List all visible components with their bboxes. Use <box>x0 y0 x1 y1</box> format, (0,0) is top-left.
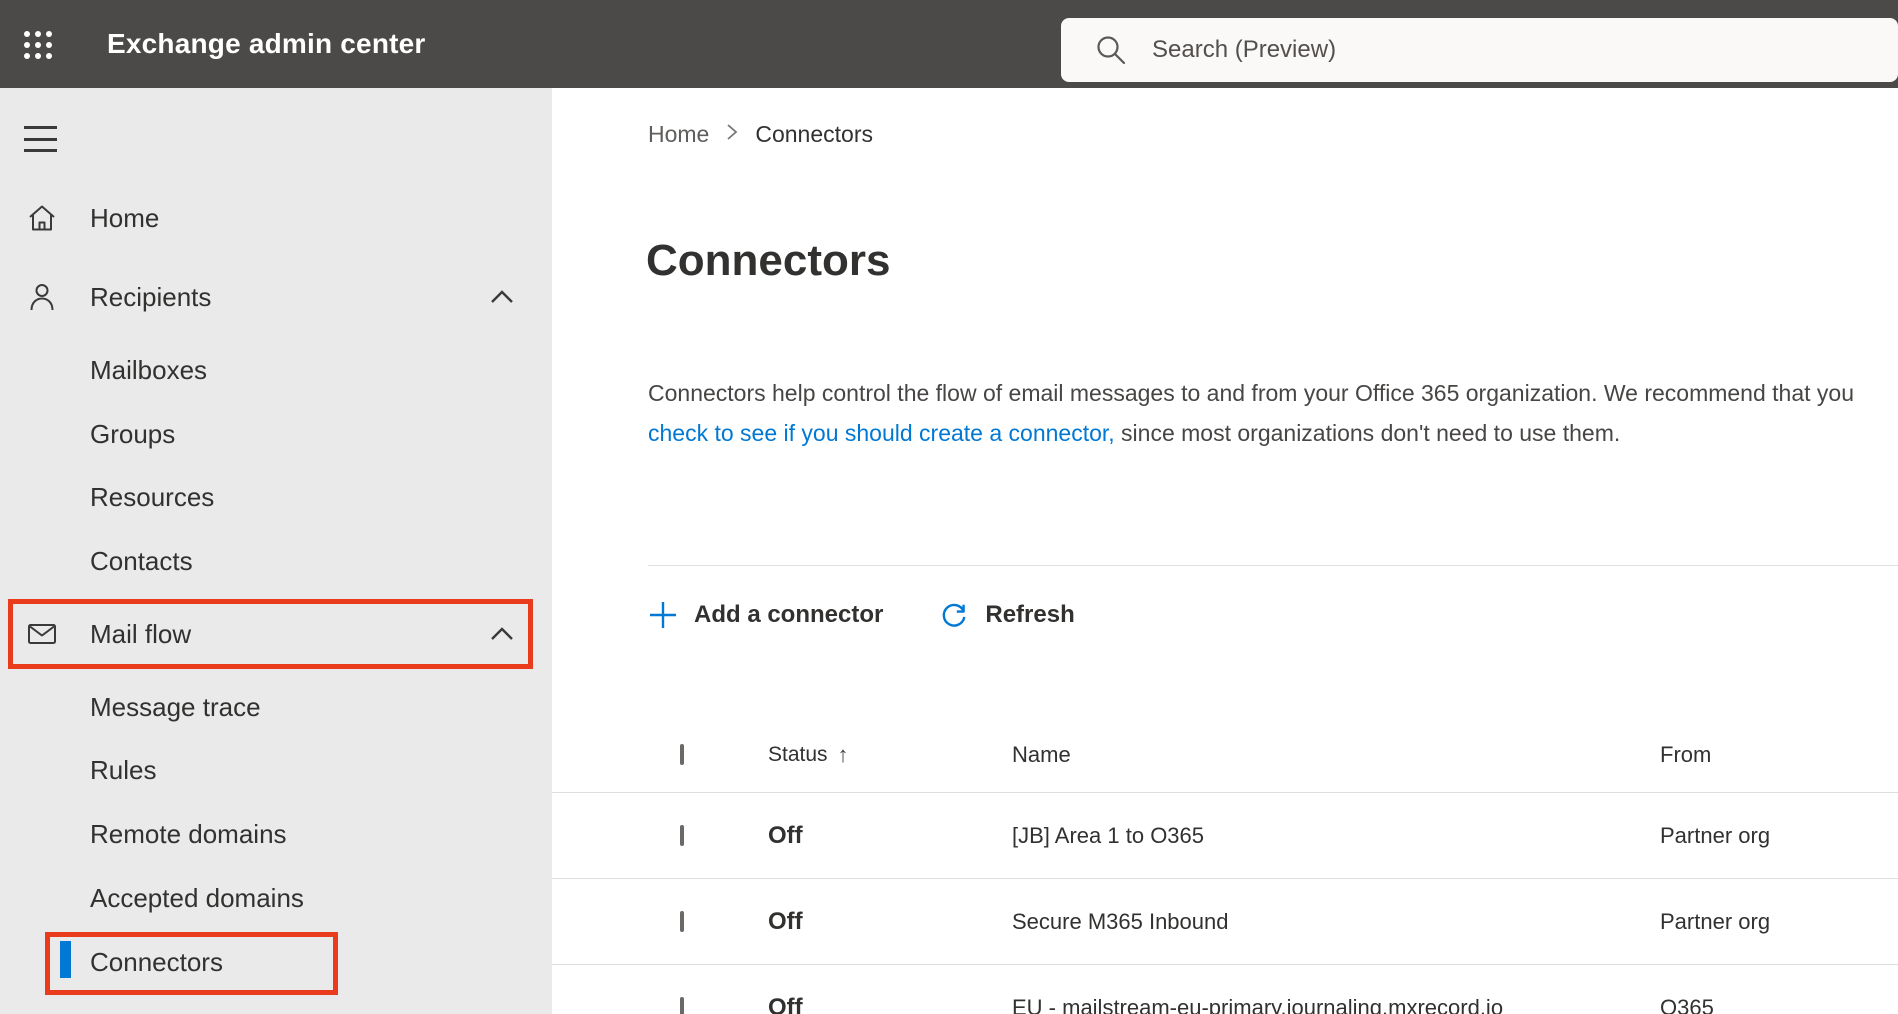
table-row[interactable]: Off [JB] Area 1 to O365 Partner org <box>552 792 1898 879</box>
description-text: Connectors help control the flow of emai… <box>648 380 1854 406</box>
sidebar-item-recipients[interactable]: Recipients <box>0 265 552 329</box>
connector-name-cell[interactable]: Secure M365 Inbound <box>1012 909 1229 935</box>
mail-icon <box>26 622 58 646</box>
column-header-from[interactable]: From <box>1660 742 1711 768</box>
column-header-name[interactable]: Name <box>1012 742 1071 768</box>
table-row[interactable]: Off Secure M365 Inbound Partner org <box>552 878 1898 965</box>
page-title: Connectors <box>646 236 891 285</box>
refresh-button[interactable]: Refresh <box>939 600 1075 630</box>
row-checkbox[interactable] <box>680 997 684 1014</box>
topbar: Exchange admin center Search (Preview) <box>0 0 1898 88</box>
description-text: since most organizations don't need to u… <box>1114 420 1621 446</box>
row-checkbox[interactable] <box>680 911 684 932</box>
sidebar-item-accepted-domains[interactable]: Accepted domains <box>0 866 552 930</box>
plus-icon <box>650 602 676 628</box>
refresh-icon <box>943 603 966 627</box>
sidebar-item-contacts[interactable]: Contacts <box>0 529 552 593</box>
from-cell: O365 <box>1660 995 1714 1014</box>
search-input[interactable]: Search (Preview) <box>1061 18 1898 82</box>
home-icon <box>26 204 58 232</box>
table-header-row: Status ↑ Name From <box>552 718 1898 792</box>
main-content: Home Connectors Connectors Connectors he… <box>552 88 1898 1014</box>
status-cell: Off <box>768 994 803 1014</box>
table-row[interactable]: Off EU - mailstream-eu-primary.journalin… <box>552 964 1898 1014</box>
sidebar-item-message-trace[interactable]: Message trace <box>0 675 552 739</box>
connector-name-cell[interactable]: [JB] Area 1 to O365 <box>1012 823 1204 849</box>
sidebar-item-mail-flow[interactable]: Mail flow <box>0 602 552 666</box>
status-cell: Off <box>768 822 803 849</box>
sidebar-item-resources[interactable]: Resources <box>0 465 552 529</box>
select-all-checkbox[interactable] <box>680 744 684 765</box>
page-description: Connectors help control the flow of emai… <box>648 373 1873 453</box>
chevron-up-icon[interactable] <box>490 290 514 309</box>
breadcrumb: Home Connectors <box>648 118 873 150</box>
breadcrumb-home-link[interactable]: Home <box>648 121 709 148</box>
sidebar-item-rules[interactable]: Rules <box>0 738 552 802</box>
toolbar: Add a connector Refresh <box>648 593 1075 637</box>
selected-item-indicator <box>60 941 71 978</box>
search-placeholder: Search (Preview) <box>1152 36 1337 63</box>
create-connector-check-link[interactable]: check to see if you should create a conn… <box>648 420 1115 446</box>
connector-name-cell[interactable]: EU - mailstream-eu-primary.journaling.mx… <box>1012 995 1503 1014</box>
app-launcher-icon[interactable] <box>22 29 54 61</box>
row-checkbox[interactable] <box>680 825 684 846</box>
column-header-status[interactable]: Status ↑ <box>768 742 849 768</box>
sidebar-item-remote-domains[interactable]: Remote domains <box>0 802 552 866</box>
chevron-up-icon[interactable] <box>490 627 514 646</box>
app-title: Exchange admin center <box>107 28 426 59</box>
breadcrumb-current: Connectors <box>755 120 873 147</box>
search-icon <box>1097 36 1126 65</box>
chevron-right-icon <box>725 121 739 148</box>
from-cell: Partner org <box>1660 823 1771 848</box>
sidebar-nav: Home Recipients Mailboxes Groups Resourc… <box>0 88 552 1014</box>
sidebar-item-connectors[interactable]: Connectors <box>0 930 552 994</box>
sidebar-item-groups[interactable]: Groups <box>0 402 552 466</box>
exchange-admin-center: Exchange admin center Search (Preview) H… <box>0 0 1898 1014</box>
add-connector-button[interactable]: Add a connector <box>648 600 883 630</box>
person-icon <box>26 282 58 312</box>
menu-toggle-icon[interactable] <box>24 126 57 152</box>
sidebar-item-home[interactable]: Home <box>0 186 552 250</box>
toolbar-divider <box>648 565 1898 566</box>
status-cell: Off <box>768 908 803 935</box>
sidebar-item-mailboxes[interactable]: Mailboxes <box>0 338 552 402</box>
from-cell: Partner org <box>1660 909 1771 934</box>
sort-ascending-icon: ↑ <box>837 742 849 767</box>
